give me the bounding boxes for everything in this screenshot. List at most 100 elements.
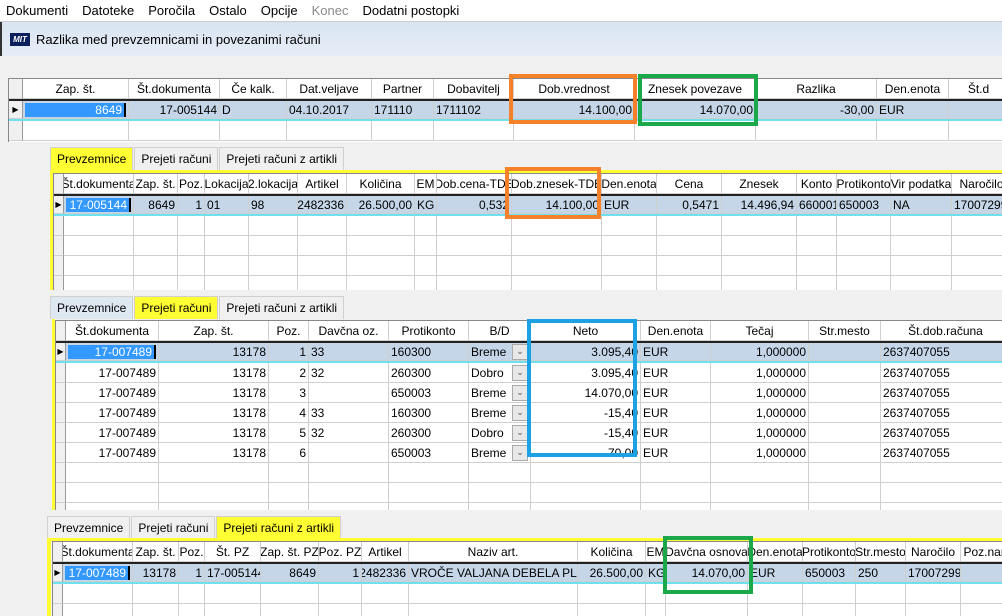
table-cell[interactable]: 17-007489 [66,423,159,443]
column-header[interactable]: Količina [578,542,646,562]
cell-editor[interactable]: 8649 [25,102,126,117]
column-header[interactable]: Zap. št. [23,79,129,99]
column-header[interactable]: Št.dokumenta [64,174,134,194]
table-row[interactable]: 17-007489 13178 4 33 160300 Breme ⌄ -15,40 EUR 1,… [56,403,1002,423]
column-header[interactable]: Artikel [362,542,409,562]
column-header[interactable]: Tečaj [711,321,809,341]
menu-item-dodatni-postopki[interactable]: Dodatni postopki [362,3,459,18]
table-cell[interactable]: 2637407055 [881,403,1002,423]
table-cell[interactable]: 0,5471 [657,196,722,214]
table-cell[interactable]: 17-007489 [66,403,159,423]
table-cell[interactable]: EUR [748,564,803,582]
table-cell[interactable]: 2637407055 [881,423,1002,443]
table-row[interactable]: ▶ 17-007489 13178 1 17-005144 8649 1 2482336 VRO… [53,564,1002,584]
table-cell[interactable]: 260300 [389,423,469,443]
chevron-down-icon[interactable]: ⌄ [512,404,528,421]
column-header[interactable]: Razlika [756,79,877,99]
column-header[interactable]: Št.dokumenta [66,321,159,341]
table-cell[interactable] [809,343,881,361]
table-row[interactable]: 17-007489 13178 3 650003 Breme ⌄ 14.070,00 EUR 1… [56,383,1002,403]
tab-prejeti-računi[interactable]: Prejeti računi [131,516,216,539]
table-cell[interactable]: 171110 [372,101,434,119]
table-cell[interactable] [949,101,1002,119]
column-header[interactable]: Če kalk. [220,79,287,99]
table-cell[interactable]: VROČE VALJANA DEBELA PLOČ [409,564,578,582]
table-cell[interactable]: 1 [319,564,362,582]
row-indicator[interactable] [56,403,66,423]
table-cell[interactable] [809,383,881,403]
menu-item-datoteke[interactable]: Datoteke [82,3,134,18]
table-cell[interactable]: 5 [269,423,309,443]
tab-prevzemnice[interactable]: Prevzemnice [50,147,134,170]
column-header[interactable]: Znesek povezave [635,79,756,99]
table-cell[interactable]: Breme ⌄ [469,343,531,361]
column-header[interactable]: Artikel [298,174,347,194]
column-header[interactable]: Naziv art. [409,542,578,562]
table-cell[interactable]: 1,000000 [711,423,809,443]
table-cell[interactable]: 17-007489 [66,383,159,403]
table-cell[interactable]: 1,000000 [711,383,809,403]
chevron-down-icon[interactable]: ⌄ [512,364,528,381]
table-cell[interactable]: 8649 [23,101,129,119]
column-header[interactable]: Poz.nar. [961,542,1002,562]
table-cell[interactable] [809,423,881,443]
row-indicator[interactable] [56,363,66,383]
column-header[interactable]: Konto [797,174,837,194]
table-cell[interactable]: 17-005144 [205,564,261,582]
column-header[interactable]: Dob.znesek-TDE [512,174,602,194]
row-indicator[interactable] [56,423,66,443]
column-header[interactable]: EM [415,174,437,194]
table-row[interactable]: ▶ 8649 17-005144 D 04.10.2017 171110 1711102 14… [9,101,1002,121]
table-row[interactable]: 17-007489 13178 2 32 260300 Dobro ⌄ 3.095,40 EUR… [56,363,1002,383]
column-header[interactable]: Poz. PZ [319,542,362,562]
menu-item-konec[interactable]: Konec [312,3,349,18]
column-header[interactable]: Poz. [269,321,309,341]
table-cell[interactable]: 1 [269,343,309,361]
table-cell[interactable] [809,363,881,383]
table-cell[interactable]: 250 [856,564,906,582]
table-cell[interactable]: KG [646,564,666,582]
table-cell[interactable]: EUR [602,196,657,214]
table-row[interactable]: 17-007489 13178 6 650003 Breme ⌄ -70,00 EUR 1,00… [56,443,1002,463]
row-indicator[interactable]: ▶ [53,564,63,582]
cell-editor[interactable]: 17-005144 [66,197,131,212]
table-cell[interactable]: 17-005144 [129,101,220,119]
table-cell[interactable]: 650003 [803,564,856,582]
row-indicator[interactable] [56,443,66,463]
table-cell[interactable]: 26.500,00 [578,564,646,582]
table-cell[interactable]: 1 [179,564,205,582]
tab-prevzemnice[interactable]: Prevzemnice [47,516,131,539]
table-cell[interactable]: 14.070,00 [635,101,756,119]
table-cell[interactable]: 1,000000 [711,403,809,423]
column-header[interactable]: Davčna oz. [309,321,389,341]
table-cell[interactable]: 04.10.2017 [287,101,372,119]
column-header[interactable]: EM [646,542,666,562]
table-cell[interactable] [809,443,881,463]
table-cell[interactable]: 13178 [159,363,269,383]
table-cell[interactable]: 33 [309,403,389,423]
table-cell[interactable]: 32 [309,363,389,383]
tab-prejeti-računi[interactable]: Prejeti računi [134,296,219,319]
table-cell[interactable]: 650003 [837,196,891,214]
table-cell[interactable] [809,403,881,423]
column-header[interactable]: Dob.vrednost [514,79,635,99]
column-header[interactable]: Zap. št. PZ [261,542,319,562]
column-header[interactable]: Dobavitelj [434,79,514,99]
column-header[interactable]: Vir podatka [891,174,952,194]
table-cell[interactable]: 14.496,94 [722,196,797,214]
table-cell[interactable]: 14.070,00 [666,564,748,582]
table-cell[interactable]: 3.095,40 [531,363,641,383]
column-header[interactable]: Zap. št. [159,321,269,341]
cell-editor[interactable]: 17-007489 [68,344,156,359]
table-cell[interactable]: -15,40 [531,423,641,443]
table-cell[interactable]: 2 [269,363,309,383]
table-cell[interactable]: D [220,101,287,119]
column-header[interactable]: Dat.veljave [287,79,372,99]
bd-select-value[interactable]: Breme [471,406,506,420]
column-header[interactable]: B/D [469,321,531,341]
table-cell[interactable]: 2482336 [362,564,409,582]
table-cell[interactable]: 13178 [159,343,269,361]
column-header[interactable]: Znesek [722,174,797,194]
column-header[interactable]: Protikonto [389,321,469,341]
menu-item-ostalo[interactable]: Ostalo [209,3,247,18]
